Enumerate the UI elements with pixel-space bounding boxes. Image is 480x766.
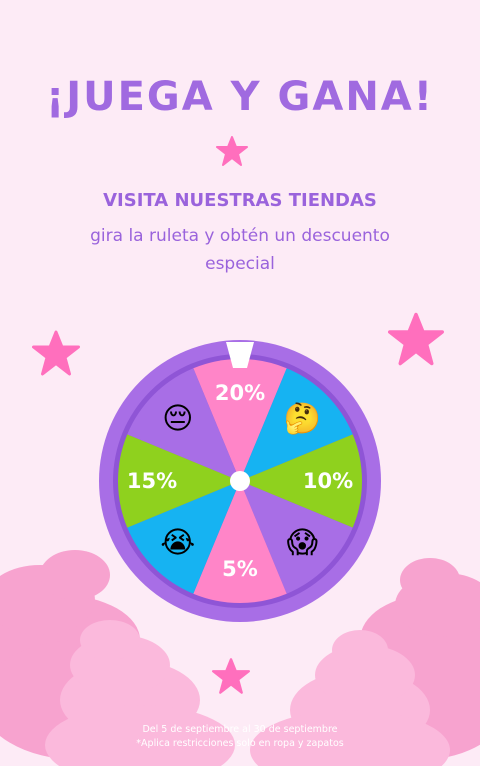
wheel-discount-label: 10% xyxy=(303,469,353,493)
wheel-emoji: 😱 xyxy=(287,526,318,561)
promo-disclaimer: *Aplica restricciones solo en ropa y zap… xyxy=(136,738,344,749)
wheel-emoji: 🤔 xyxy=(284,401,321,436)
prize-wheel[interactable]: 20% 🤔 10% 😱 5% 😭 15% 😔 xyxy=(95,336,385,626)
wheel-hub xyxy=(230,471,250,491)
subtitle: VISITA NUESTRAS TIENDAS xyxy=(103,190,377,211)
star-icon xyxy=(212,658,250,694)
star-icon xyxy=(32,330,80,376)
page-title: ¡JUEGA Y GANA! xyxy=(46,74,434,120)
description: gira la ruleta y obtén un descuento espe… xyxy=(90,226,390,274)
star-icon xyxy=(216,136,248,166)
wheel-discount-label: 20% xyxy=(215,381,265,405)
wheel-emoji: 😭 xyxy=(160,526,195,561)
star-icon xyxy=(388,312,444,366)
wheel-discount-label: 15% xyxy=(127,469,177,493)
wheel-discount-label: 5% xyxy=(222,557,258,581)
wheel-emoji: 😔 xyxy=(162,401,193,436)
promo-dates: Del 5 de septiembre al 30 de septiembre xyxy=(142,724,338,735)
promo-poster: ¡JUEGA Y GANA! VISITA NUESTRAS TIENDAS g… xyxy=(0,0,480,766)
